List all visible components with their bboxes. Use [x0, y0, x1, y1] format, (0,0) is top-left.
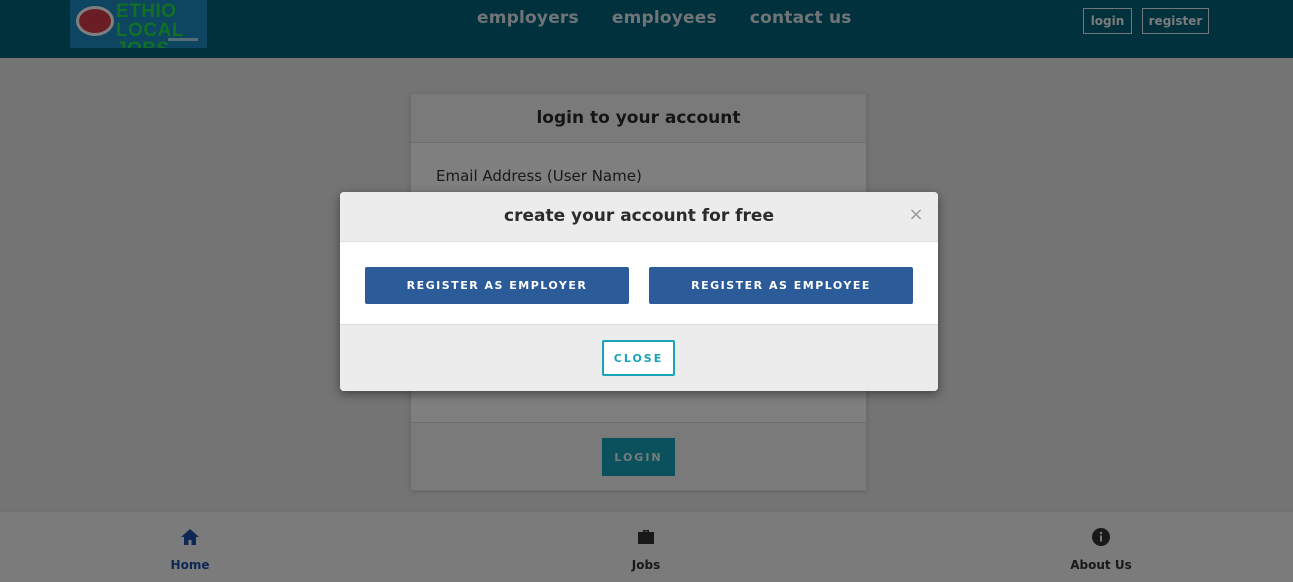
register-employee-button[interactable]: REGISTER AS EMPLOYEE: [649, 267, 913, 304]
register-employer-button[interactable]: REGISTER AS EMPLOYER: [365, 267, 629, 304]
close-icon[interactable]: ×: [908, 205, 924, 225]
create-account-modal: create your account for free × REGISTER …: [340, 192, 938, 391]
modal-body: REGISTER AS EMPLOYER REGISTER AS EMPLOYE…: [340, 242, 938, 324]
close-button[interactable]: CLOSE: [602, 340, 675, 376]
modal-title: create your account for free: [504, 206, 774, 226]
modal-header: create your account for free ×: [340, 192, 938, 242]
modal-footer: CLOSE: [340, 324, 938, 391]
